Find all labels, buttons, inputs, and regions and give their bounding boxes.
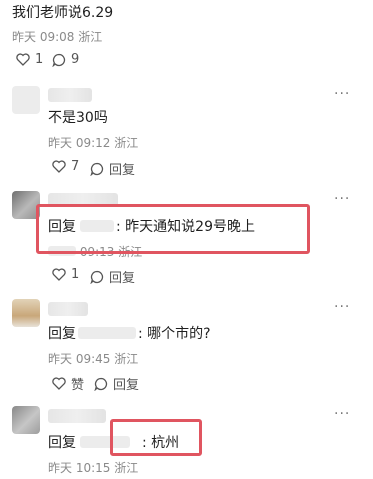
heart-icon: [16, 53, 30, 66]
comment-time: 昨天 09:12: [48, 136, 111, 150]
reply-prefix: 回复: [48, 435, 76, 451]
post-comment-button[interactable]: 9: [52, 52, 79, 67]
heart-icon: [52, 160, 66, 173]
comment-location: 浙江: [114, 136, 139, 150]
commenter-name[interactable]: [48, 88, 92, 102]
like-button[interactable]: 7: [52, 159, 79, 174]
reply-button[interactable]: 回复: [90, 159, 135, 178]
comment-location: 浙江: [114, 461, 139, 475]
reply-button[interactable]: 回复: [90, 267, 135, 286]
like-button[interactable]: 赞: [52, 374, 84, 393]
reply-label: 回复: [109, 271, 136, 286]
post-location: 浙江: [78, 30, 103, 44]
more-icon[interactable]: ···: [334, 299, 350, 315]
post-like-count: 1: [35, 52, 44, 67]
more-icon[interactable]: ···: [334, 86, 350, 102]
reply-label: 回复: [109, 163, 136, 178]
comment-bubble-icon: [94, 377, 108, 391]
like-button[interactable]: 1: [52, 267, 79, 282]
more-icon[interactable]: ···: [334, 406, 350, 422]
post-like-button[interactable]: 1: [16, 52, 43, 67]
comment-time: 昨天 10:15: [48, 461, 111, 475]
like-count: 1: [71, 267, 80, 282]
comment-text-row: 回复 : 哪个市的?: [48, 323, 211, 343]
avatar[interactable]: [12, 299, 40, 327]
heart-icon: [52, 377, 66, 390]
comment-meta: 昨天 09:12 浙江: [48, 134, 138, 151]
more-icon[interactable]: ···: [334, 191, 350, 207]
avatar[interactable]: [12, 406, 40, 434]
comment-meta: 昨天 10:15 浙江: [48, 459, 138, 476]
heart-icon: [52, 268, 66, 281]
reply-button[interactable]: 回复: [94, 374, 139, 393]
post-text: 我们老师说6.29: [12, 5, 114, 21]
comment-text: 不是30吗: [48, 110, 108, 126]
commenter-name[interactable]: [48, 302, 88, 316]
reply-label: 回复: [113, 378, 140, 393]
like-count: 7: [71, 159, 80, 174]
mentioned-user[interactable]: [78, 327, 136, 339]
comment-meta: 昨天 09:45 浙江: [48, 350, 138, 367]
comment-time: 昨天 09:45: [48, 352, 111, 366]
comment-location: 浙江: [114, 352, 139, 366]
post-comment-count: 9: [71, 52, 80, 67]
comment-bubble-icon: [90, 162, 104, 176]
avatar[interactable]: [12, 86, 40, 114]
comment-bubble-icon: [52, 53, 66, 67]
post-meta: 昨天 09:08 浙江: [12, 28, 102, 45]
highlight-box: [36, 204, 310, 254]
comment-text: : 哪个市的?: [138, 326, 211, 342]
highlight-box: [110, 419, 202, 456]
reply-prefix: 回复: [48, 326, 76, 342]
post-time: 昨天 09:08: [12, 30, 75, 44]
comment-bubble-icon: [90, 270, 104, 284]
commenter-name[interactable]: [48, 409, 106, 423]
like-label: 赞: [71, 378, 85, 393]
